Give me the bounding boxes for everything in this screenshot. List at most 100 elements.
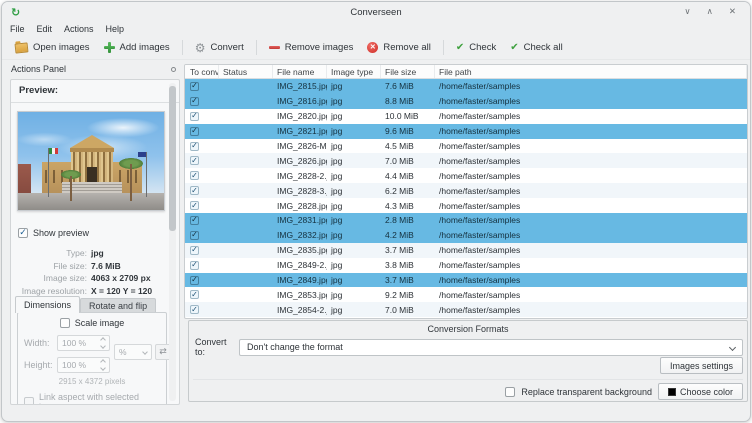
- row-checkbox[interactable]: ✓: [190, 231, 199, 240]
- row-checkbox[interactable]: ✓: [190, 216, 199, 225]
- show-preview-checkbox[interactable]: ✓: [18, 228, 28, 238]
- convert-button[interactable]: ⚙ Convert: [188, 39, 251, 57]
- row-checkbox-cell[interactable]: ✓: [185, 213, 219, 228]
- table-row[interactable]: ✓IMG_2849-2.jpgjpg3.8 MiB/home/faster/sa…: [185, 258, 747, 273]
- open-folder-icon: [15, 42, 29, 53]
- stepper-arrows-icon[interactable]: [101, 338, 109, 348]
- divider: [11, 102, 179, 103]
- table-row[interactable]: ✓IMG_2828-2.jpgjpg4.4 MiB/home/faster/sa…: [185, 168, 747, 183]
- table-row[interactable]: ✓IMG_2815.jpgjpg7.6 MiB/home/faster/samp…: [185, 79, 747, 94]
- row-checkbox[interactable]: ✓: [190, 156, 199, 165]
- table-row[interactable]: ✓IMG_2854-2.jpgjpg7.0 MiB/home/faster/sa…: [185, 302, 747, 317]
- remove-images-button[interactable]: Remove images: [262, 39, 361, 56]
- menu-file[interactable]: File: [10, 24, 25, 34]
- row-checkbox-cell[interactable]: ✓: [185, 243, 219, 258]
- images-settings-button[interactable]: Images settings: [660, 357, 743, 374]
- row-checkbox-cell[interactable]: ✓: [185, 302, 219, 317]
- unit-select[interactable]: %: [114, 344, 152, 360]
- column-header[interactable]: Status: [219, 65, 273, 78]
- add-images-button[interactable]: Add images: [97, 39, 177, 56]
- row-checkbox-cell[interactable]: ✓: [185, 168, 219, 183]
- table-row[interactable]: ✓IMG_2832.jpgjpg4.2 MiB/home/faster/samp…: [185, 228, 747, 243]
- row-checkbox-cell[interactable]: ✓: [185, 109, 219, 124]
- scrollbar-thumb[interactable]: [169, 86, 176, 231]
- row-checkbox[interactable]: ✓: [190, 112, 199, 121]
- table-cell: jpg: [327, 228, 381, 243]
- close-button[interactable]: ✕: [729, 7, 736, 17]
- row-checkbox[interactable]: ✓: [190, 82, 199, 91]
- row-checkbox-cell[interactable]: ✓: [185, 153, 219, 168]
- height-stepper[interactable]: 100 %: [57, 357, 110, 373]
- row-checkbox-cell[interactable]: ✓: [185, 94, 219, 109]
- row-checkbox-cell[interactable]: ✓: [185, 273, 219, 288]
- table-cell: 3.7 MiB: [381, 273, 435, 288]
- dock-float-button[interactable]: [171, 67, 176, 72]
- table-row[interactable]: ✓IMG_2853.jpgjpg9.2 MiB/home/faster/samp…: [185, 287, 747, 302]
- stepper-arrows-icon[interactable]: [101, 360, 109, 370]
- table-row[interactable]: ✓IMG_2826.jpgjpg7.0 MiB/home/faster/samp…: [185, 153, 747, 168]
- table-row[interactable]: ✓IMG_2828.jpgjpg4.3 MiB/home/faster/samp…: [185, 198, 747, 213]
- table-row[interactable]: ✓IMG_2831.jpgjpg2.8 MiB/home/faster/samp…: [185, 213, 747, 228]
- row-checkbox[interactable]: ✓: [190, 201, 199, 210]
- app-window: ↻ Converseen ∨ ∧ ✕ File Edit Actions Hel…: [1, 1, 751, 422]
- check-all-button[interactable]: ✔ Check all: [503, 39, 569, 56]
- panel-scrollbar[interactable]: [169, 83, 176, 401]
- table-row[interactable]: ✓IMG_2835.jpgjpg3.7 MiB/home/faster/samp…: [185, 243, 747, 258]
- row-checkbox-cell[interactable]: ✓: [185, 198, 219, 213]
- row-checkbox[interactable]: ✓: [190, 171, 199, 180]
- row-checkbox[interactable]: ✓: [190, 290, 199, 299]
- divider: [193, 379, 743, 380]
- tab-rotate-flip[interactable]: Rotate and flip: [80, 298, 156, 313]
- row-checkbox-cell[interactable]: ✓: [185, 258, 219, 273]
- row-checkbox-cell[interactable]: ✓: [185, 79, 219, 94]
- table-row[interactable]: ✓IMG_2816.jpgjpg8.8 MiB/home/faster/samp…: [185, 94, 747, 109]
- row-checkbox-cell[interactable]: ✓: [185, 287, 219, 302]
- row-checkbox-cell[interactable]: ✓: [185, 139, 219, 154]
- column-header[interactable]: File name: [273, 65, 327, 78]
- replace-background-label: Replace transparent background: [521, 387, 652, 397]
- table-cell: /home/faster/samples: [435, 153, 747, 168]
- table-row[interactable]: ✓IMG_2826-Mo...jpg4.5 MiB/home/faster/sa…: [185, 139, 747, 154]
- row-checkbox[interactable]: ✓: [190, 97, 199, 106]
- table-cell: /home/faster/samples: [435, 213, 747, 228]
- choose-color-button[interactable]: Choose color: [658, 383, 743, 400]
- menu-edit[interactable]: Edit: [37, 24, 53, 34]
- row-checkbox-cell[interactable]: ✓: [185, 124, 219, 139]
- scale-image-checkbox[interactable]: [60, 318, 70, 328]
- minimize-button[interactable]: ∨: [684, 7, 690, 17]
- table-row[interactable]: ✓IMG_2828-3.jpgjpg6.2 MiB/home/faster/sa…: [185, 183, 747, 198]
- link-aspect-checkbox[interactable]: [24, 397, 34, 405]
- table-row[interactable]: ✓IMG_2821.jpgjpg9.6 MiB/home/faster/samp…: [185, 124, 747, 139]
- row-checkbox[interactable]: ✓: [190, 186, 199, 195]
- row-checkbox[interactable]: ✓: [190, 261, 199, 270]
- remove-all-button[interactable]: ✕ Remove all: [360, 39, 438, 56]
- column-header[interactable]: Image type: [327, 65, 381, 78]
- width-stepper[interactable]: 100 %: [57, 335, 110, 351]
- menu-actions[interactable]: Actions: [64, 24, 94, 34]
- row-checkbox[interactable]: ✓: [190, 246, 199, 255]
- column-header[interactable]: File size: [381, 65, 435, 78]
- column-header[interactable]: File path: [435, 65, 747, 78]
- open-images-button[interactable]: Open images: [8, 39, 97, 56]
- row-checkbox[interactable]: ✓: [190, 305, 199, 314]
- row-checkbox-cell[interactable]: ✓: [185, 228, 219, 243]
- table-cell: IMG_2828-2.jpg: [273, 168, 327, 183]
- row-checkbox-cell[interactable]: ✓: [185, 183, 219, 198]
- maximize-button[interactable]: ∧: [707, 7, 713, 17]
- row-checkbox[interactable]: ✓: [190, 276, 199, 285]
- row-checkbox[interactable]: ✓: [190, 142, 199, 151]
- table-cell: 4.3 MiB: [381, 198, 435, 213]
- table-row[interactable]: ✓IMG_2820.jpgjpg10.0 MiB/home/faster/sam…: [185, 109, 747, 124]
- column-header[interactable]: To convert: [185, 65, 219, 78]
- table-cell: 4.2 MiB: [381, 228, 435, 243]
- table-row[interactable]: ✓IMG_2849.jpgjpg3.7 MiB/home/faster/samp…: [185, 273, 747, 288]
- row-checkbox[interactable]: ✓: [190, 127, 199, 136]
- menu-help[interactable]: Help: [106, 24, 125, 34]
- table-cell: 7.0 MiB: [381, 302, 435, 317]
- add-images-label: Add images: [120, 42, 170, 53]
- format-select[interactable]: Don't change the format: [239, 339, 743, 356]
- replace-background-checkbox[interactable]: [505, 387, 515, 397]
- tab-dimensions[interactable]: Dimensions: [15, 296, 80, 313]
- table-cell: jpg: [327, 213, 381, 228]
- check-button[interactable]: ✔ Check: [449, 39, 503, 56]
